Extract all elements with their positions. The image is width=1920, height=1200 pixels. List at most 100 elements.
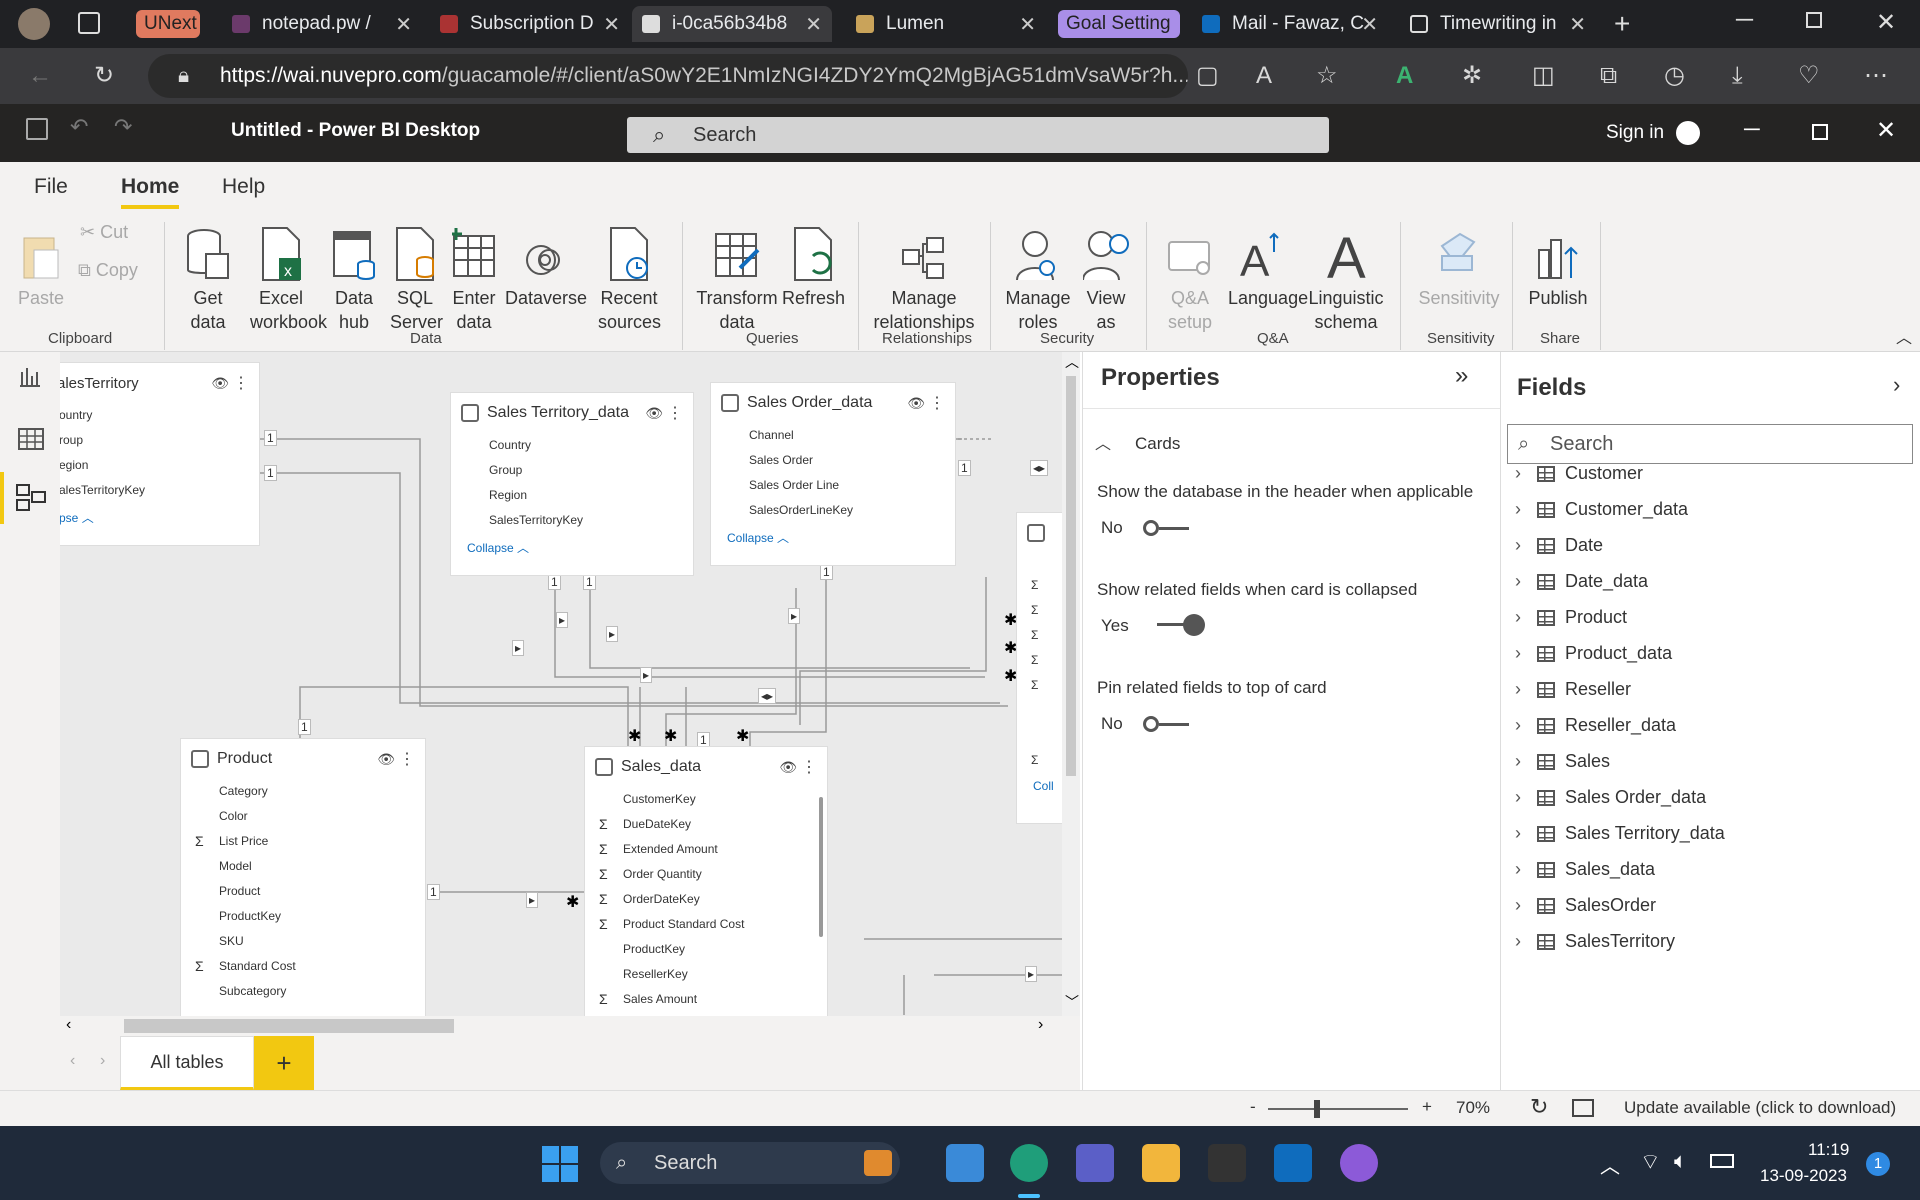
chevron-right-icon[interactable]: › <box>1515 679 1537 700</box>
field-row[interactable]: Subcategory <box>181 979 425 1004</box>
notification-badge[interactable]: 1 <box>1866 1152 1890 1176</box>
undo-icon[interactable]: ↶ <box>70 114 88 140</box>
field-row[interactable]: Color <box>181 804 425 829</box>
field-row[interactable]: Σ DueDateKey <box>585 812 827 837</box>
clock-date[interactable]: 13-09-2023 <box>1760 1166 1847 1186</box>
close-icon[interactable]: ✕ <box>1361 12 1378 37</box>
manage-relationships-button[interactable]: Manage relationships <box>872 224 976 334</box>
field-table-item[interactable]: › Customer <box>1515 463 1643 484</box>
manage-roles-button[interactable]: Manage roles <box>1002 224 1074 334</box>
dataverse-button[interactable]: Dataverse <box>505 224 587 310</box>
field-row[interactable]: ProductKey <box>585 937 827 962</box>
transform-data-button[interactable]: Transform data <box>696 224 778 334</box>
field-row[interactable]: ResellerKey <box>585 962 827 987</box>
outlook-app-icon[interactable] <box>1274 1144 1312 1182</box>
field-row[interactable]: Σ Standard Cost <box>181 954 425 979</box>
field-row[interactable]: Sales Order <box>711 448 955 473</box>
collapse-fields-icon[interactable]: › <box>1893 372 1900 398</box>
publish-button[interactable]: Publish <box>1526 224 1590 310</box>
visibility-icon[interactable]: 👁︎ <box>211 375 229 392</box>
cards-section-chevron-icon[interactable]: ︿ <box>1095 430 1111 454</box>
prev-page-icon[interactable]: ‹ <box>70 1052 75 1070</box>
terminal-icon[interactable] <box>1208 1144 1246 1182</box>
field-row[interactable]: alesTerritoryKey <box>60 478 259 503</box>
pbi-close-button[interactable]: ✕ <box>1876 116 1896 145</box>
visibility-icon[interactable]: 👁︎ <box>779 759 797 776</box>
field-row[interactable]: Σ OrderDateKey <box>585 887 827 912</box>
sql-server-button[interactable]: SQL Server <box>390 224 443 334</box>
collapse-link[interactable]: pse ︿ <box>60 509 259 526</box>
fields-search-input[interactable]: ⌕ Search <box>1507 424 1913 464</box>
collapse-pane-icon[interactable]: » <box>1455 362 1468 390</box>
field-row[interactable]: Σ Order Quantity <box>585 862 827 887</box>
opt3-toggle[interactable] <box>1141 712 1193 738</box>
refresh-button[interactable]: Refresh <box>782 224 845 310</box>
paste-button[interactable]: Paste <box>16 224 66 310</box>
teams-app-icon[interactable] <box>1076 1144 1114 1182</box>
field-row[interactable]: ountry <box>60 403 259 428</box>
close-icon[interactable]: ✕ <box>1569 12 1586 37</box>
tab-notepad[interactable]: notepad.pw / ✕ <box>222 6 422 42</box>
visibility-icon[interactable]: 👁︎ <box>377 751 395 768</box>
field-table-item[interactable]: › Sales Order_data <box>1515 787 1706 808</box>
language-button[interactable]: A Language <box>1228 224 1308 310</box>
view-as-button[interactable]: View as <box>1080 224 1132 334</box>
close-icon[interactable]: ✕ <box>395 12 412 37</box>
field-row[interactable]: Group <box>451 458 693 483</box>
collapse-link[interactable]: Collapse ︿ <box>711 529 955 546</box>
pbi-search-box[interactable]: ⌕ Search <box>627 117 1329 153</box>
scroll-down-icon[interactable]: ﹀ <box>1065 992 1079 1012</box>
save-icon[interactable] <box>26 118 48 140</box>
file-explorer-icon[interactable] <box>1142 1144 1180 1182</box>
field-row[interactable]: Product <box>181 879 425 904</box>
field-row[interactable]: Model <box>181 854 425 879</box>
field-row[interactable]: SalesOrderLineKey <box>711 498 955 523</box>
avatar[interactable] <box>1676 121 1700 145</box>
restore-button[interactable] <box>1806 12 1822 28</box>
copy-button[interactable]: ⧉ Copy <box>78 258 138 282</box>
zoom-out-button[interactable]: - <box>1250 1097 1256 1117</box>
field-table-item[interactable]: › Customer_data <box>1515 499 1688 520</box>
chevron-right-icon[interactable]: › <box>1515 895 1537 916</box>
history-icon[interactable]: ◷ <box>1664 62 1685 90</box>
chevron-right-icon[interactable]: › <box>1515 499 1537 520</box>
redo-icon[interactable]: ↷ <box>114 114 132 140</box>
chevron-right-icon[interactable]: › <box>1515 787 1537 808</box>
profile-avatar[interactable] <box>18 8 50 40</box>
extensions-icon[interactable]: ✲ <box>1462 62 1482 90</box>
notepad-app-icon[interactable] <box>946 1144 984 1182</box>
next-page-icon[interactable]: › <box>100 1052 105 1070</box>
zoom-in-button[interactable]: + <box>1422 1097 1432 1117</box>
table-card-product[interactable]: Product 👁︎ ⋮ Category Color Σ List Price Mode… <box>180 738 426 1016</box>
refresh-icon[interactable]: ↻ <box>94 62 114 90</box>
field-row[interactable]: Category <box>181 779 425 804</box>
table-card-salesterritory[interactable]: alesTerritory 👁︎ ⋮ ountry roup egion ales… <box>60 362 260 546</box>
collapse-ribbon-icon[interactable]: ︿ <box>1896 324 1912 348</box>
tab-group-unext[interactable]: UNext <box>136 10 200 38</box>
tab-all-tables[interactable]: All tables <box>120 1036 254 1090</box>
field-row[interactable]: Σ Extended Amount <box>585 837 827 862</box>
field-row[interactable]: CustomerKey <box>585 787 827 812</box>
chevron-right-icon[interactable]: › <box>1515 535 1537 556</box>
tab-timewriting[interactable]: Timewriting in ✕ <box>1400 6 1596 42</box>
chevron-right-icon[interactable]: › <box>1515 751 1537 772</box>
report-view-icon[interactable] <box>18 366 42 388</box>
menu-help[interactable]: Help <box>222 175 265 199</box>
scroll-up-icon[interactable]: ︿ <box>1065 352 1079 372</box>
opt1-toggle[interactable] <box>1141 516 1193 542</box>
sensitivity-button[interactable]: Sensitivity <box>1414 224 1504 310</box>
tab-guacamole[interactable]: i-0ca56b34b8 ✕ <box>632 6 832 42</box>
extension-a-icon[interactable]: A <box>1396 62 1413 90</box>
update-available-link[interactable]: Update available (click to download) <box>1624 1098 1896 1118</box>
excel-workbook-button[interactable]: x Excel workbook <box>250 224 327 334</box>
data-hub-button[interactable]: Data hub <box>328 224 380 334</box>
model-view-icon[interactable] <box>16 484 46 512</box>
canvas-vertical-scrollbar[interactable]: ︿ ﹀ <box>1062 352 1080 1016</box>
table-card-sales-data[interactable]: Sales_data 👁︎ ⋮ CustomerKey Σ DueDateKey Σ Ex… <box>584 746 828 1016</box>
chevron-right-icon[interactable]: › <box>1515 643 1537 664</box>
table-card-sales-territory-data[interactable]: Sales Territory_data 👁︎ ⋮ Country Group R… <box>450 392 694 576</box>
field-row[interactable]: ProductKey <box>181 904 425 929</box>
more-options-icon[interactable]: ⋮ <box>801 757 817 777</box>
chevron-right-icon[interactable]: › <box>1515 463 1537 484</box>
field-table-item[interactable]: › SalesOrder <box>1515 895 1656 916</box>
